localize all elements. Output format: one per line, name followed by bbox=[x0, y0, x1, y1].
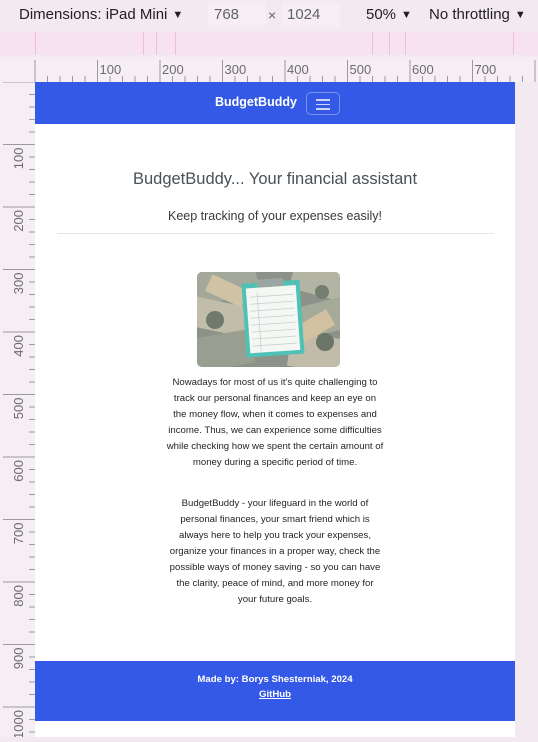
media-query-bar[interactable] bbox=[0, 32, 538, 55]
description-paragraph: BudgetBuddy - your lifeguard in the worl… bbox=[169, 498, 381, 605]
ruler-top-label: 300 bbox=[225, 62, 247, 77]
breakpoint-marker[interactable] bbox=[143, 32, 144, 55]
ruler-left-label: 700 bbox=[11, 523, 26, 545]
breakpoint-marker[interactable] bbox=[513, 32, 514, 55]
footer-credits: Made by: Borys Shesterniak, 2024 bbox=[197, 674, 353, 685]
navbar-toggler-button[interactable] bbox=[306, 92, 340, 115]
money-notepad-image bbox=[197, 272, 340, 367]
page-viewport: BudgetBuddy BudgetBuddy... Your financia… bbox=[35, 82, 515, 737]
zoom-label: 50% bbox=[366, 6, 397, 23]
ruler-top: 100 200 300 400 500 600 700 bbox=[0, 57, 538, 82]
page-subtitle: Keep tracking of your expenses easily! bbox=[167, 209, 382, 223]
ruler-top-label: 100 bbox=[100, 62, 122, 77]
throttling-label: No throttling bbox=[429, 6, 510, 23]
ruler-left-label: 900 bbox=[11, 648, 26, 670]
chevron-down-icon: ▼ bbox=[514, 9, 526, 21]
ruler-left-label: 600 bbox=[11, 460, 26, 482]
device-dimensions-dropdown[interactable]: Dimensions: iPad Mini ▼ bbox=[19, 6, 183, 23]
breakpoint-marker[interactable] bbox=[35, 32, 36, 55]
device-dimensions-label: Dimensions: iPad Mini bbox=[19, 6, 168, 23]
ruler-left-label: 400 bbox=[11, 335, 26, 357]
page-title: BudgetBuddy... Your financial assistant bbox=[132, 170, 418, 188]
ruler-left-label: 200 bbox=[11, 210, 26, 232]
zoom-dropdown[interactable]: 50% ▼ bbox=[366, 6, 412, 23]
ruler-top-label: 600 bbox=[412, 62, 434, 77]
hamburger-icon bbox=[316, 99, 330, 101]
ruler-top-svg: 100 200 300 400 500 600 700 bbox=[34, 60, 536, 82]
github-link[interactable]: GitHub bbox=[35, 689, 515, 700]
ruler-top-label: 400 bbox=[287, 62, 309, 77]
ruler-left-svg: 100 200 300 400 500 600 700 800 900 1000 bbox=[3, 81, 35, 739]
ruler-left-label: 1000 bbox=[11, 710, 26, 737]
breakpoint-marker[interactable] bbox=[405, 32, 406, 55]
height-input[interactable]: 1024 bbox=[282, 3, 340, 27]
ruler-top-label: 700 bbox=[475, 62, 497, 77]
ruler-left-label: 100 bbox=[11, 148, 26, 170]
divider bbox=[57, 233, 494, 234]
chevron-down-icon: ▼ bbox=[401, 9, 412, 21]
hamburger-icon bbox=[316, 108, 330, 110]
chevron-down-icon: ▼ bbox=[172, 9, 184, 21]
ruler-top-label: 500 bbox=[350, 62, 372, 77]
throttling-dropdown[interactable]: No throttling ▼ bbox=[429, 6, 526, 23]
breakpoint-marker[interactable] bbox=[156, 32, 157, 55]
navbar-brand[interactable]: BudgetBuddy bbox=[215, 95, 297, 109]
hamburger-icon bbox=[316, 103, 330, 105]
ruler-top-label: 200 bbox=[162, 62, 184, 77]
navbar: BudgetBuddy bbox=[35, 82, 515, 124]
ruler-left: 100 200 300 400 500 600 700 800 900 1000 bbox=[0, 81, 35, 739]
times-icon: × bbox=[268, 7, 277, 23]
breakpoint-marker[interactable] bbox=[389, 32, 390, 55]
footer: Made by: Borys Shesterniak, 2024 GitHub bbox=[35, 661, 515, 721]
ruler-left-label: 500 bbox=[11, 398, 26, 420]
breakpoint-marker[interactable] bbox=[175, 32, 176, 55]
ruler-left-label: 800 bbox=[11, 585, 26, 607]
width-input[interactable]: 768 bbox=[208, 3, 266, 27]
device-toolbar: Dimensions: iPad Mini ▼ 768 × 1024 50% ▼ N… bbox=[0, 0, 538, 32]
ruler-left-label: 300 bbox=[11, 273, 26, 295]
intro-paragraph: Nowadays for most of us it's quite chall… bbox=[166, 377, 384, 468]
breakpoint-marker[interactable] bbox=[372, 32, 373, 55]
